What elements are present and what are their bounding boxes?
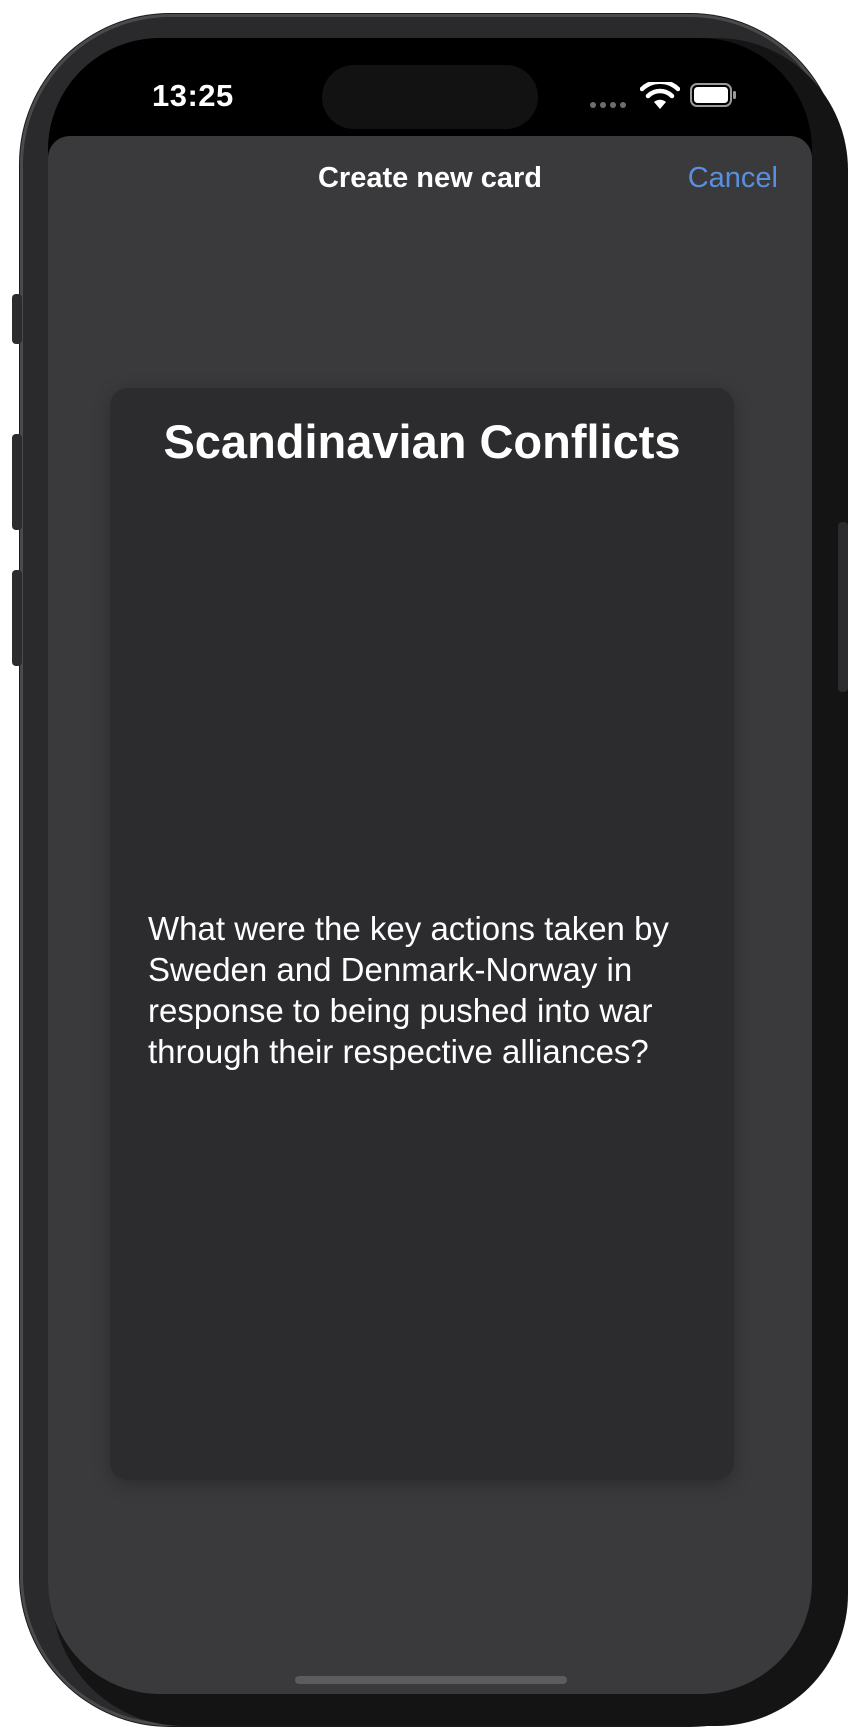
- phone-screen: 13:25 Create new card Cancel Scandinavia…: [48, 38, 812, 1694]
- card-title: Scandinavian Conflicts: [163, 415, 681, 468]
- action-button: [12, 294, 22, 344]
- wifi-icon: [640, 82, 680, 109]
- home-indicator[interactable]: [295, 1676, 567, 1684]
- status-time: 13:25: [152, 78, 234, 113]
- power-button: [838, 522, 848, 692]
- status-bar: 13:25: [48, 38, 812, 134]
- cellular-signal-icon: [590, 102, 626, 108]
- volume-up-button: [12, 434, 22, 530]
- create-card-sheet: Create new card Cancel Scandinavian Conf…: [48, 136, 812, 1694]
- dynamic-island: [322, 65, 538, 129]
- card-question: What were the key actions taken by Swede…: [148, 910, 669, 1070]
- battery-icon: [690, 83, 736, 107]
- volume-down-button: [12, 570, 22, 666]
- cancel-button[interactable]: Cancel: [688, 162, 778, 195]
- flashcard[interactable]: Scandinavian Conflicts What were the key…: [110, 388, 734, 1480]
